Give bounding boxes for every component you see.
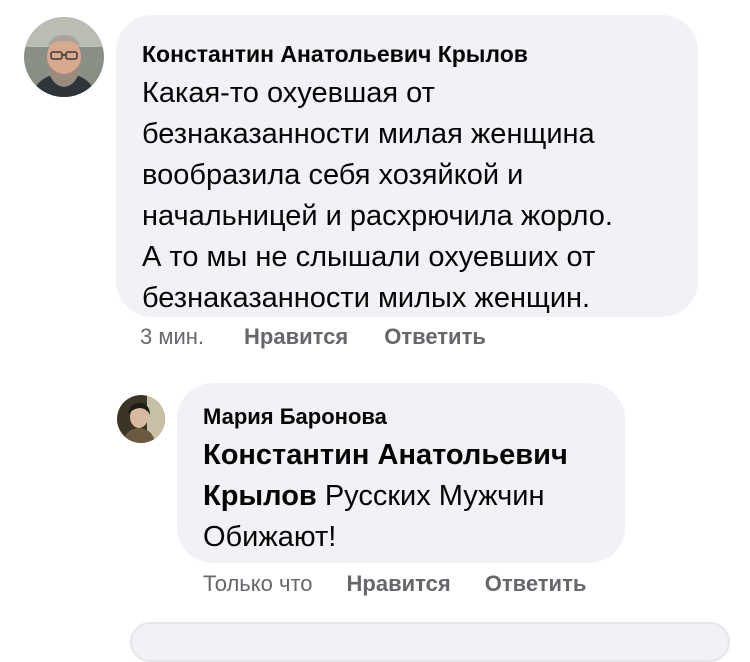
comment-text-line: А то мы не слышали охуевших от <box>142 241 596 273</box>
comment-text-line: Обижают! <box>203 521 337 553</box>
comment-actions: Только что Нравится Ответить <box>203 569 586 599</box>
avatar[interactable] <box>117 395 165 443</box>
comment-timestamp[interactable]: Только что <box>203 569 313 599</box>
comment-text-line: вообразила себя хозяйкой и <box>142 159 524 191</box>
comment-text-line: начальницей и расхрючила жорло. <box>142 200 613 232</box>
bearded-man-avatar-icon <box>24 17 104 97</box>
comment-author[interactable]: Константин Анатольевич Крылов <box>142 39 670 69</box>
mention-tag[interactable]: Константин Анатольевич <box>203 439 568 471</box>
like-button[interactable]: Нравится <box>244 322 348 352</box>
reply-button[interactable]: Ответить <box>485 569 587 599</box>
comment-text-line: безнаказанности милая женщина <box>142 118 595 150</box>
comment-timestamp[interactable]: 3 мин. <box>140 322 204 352</box>
comment-text: Русских Мужчин <box>316 480 545 512</box>
comment-bubble: Мария Баронова Константин Анатольевич Кр… <box>177 383 625 563</box>
comment-author[interactable]: Мария Баронова <box>203 403 605 431</box>
comment-bubble: Константин Анатольевич Крылов Какая-то о… <box>116 15 698 317</box>
woman-avatar-icon <box>117 395 165 443</box>
comment-text-line: Какая-то охуевшая от <box>142 77 435 109</box>
avatar[interactable] <box>24 17 104 97</box>
comment-actions: 3 мин. Нравится Ответить <box>140 322 486 352</box>
like-button[interactable]: Нравится <box>347 569 451 599</box>
reply-button[interactable]: Ответить <box>384 322 486 352</box>
next-comment-box <box>130 622 730 662</box>
mention-tag[interactable]: Крылов <box>203 480 317 512</box>
comment-text-line: Константин Анатольевич <box>203 435 605 476</box>
comment-text-line: безнаказанности милых женщин. <box>142 282 591 314</box>
comment-text-line: Крылов Русских Мужчин <box>203 476 605 517</box>
